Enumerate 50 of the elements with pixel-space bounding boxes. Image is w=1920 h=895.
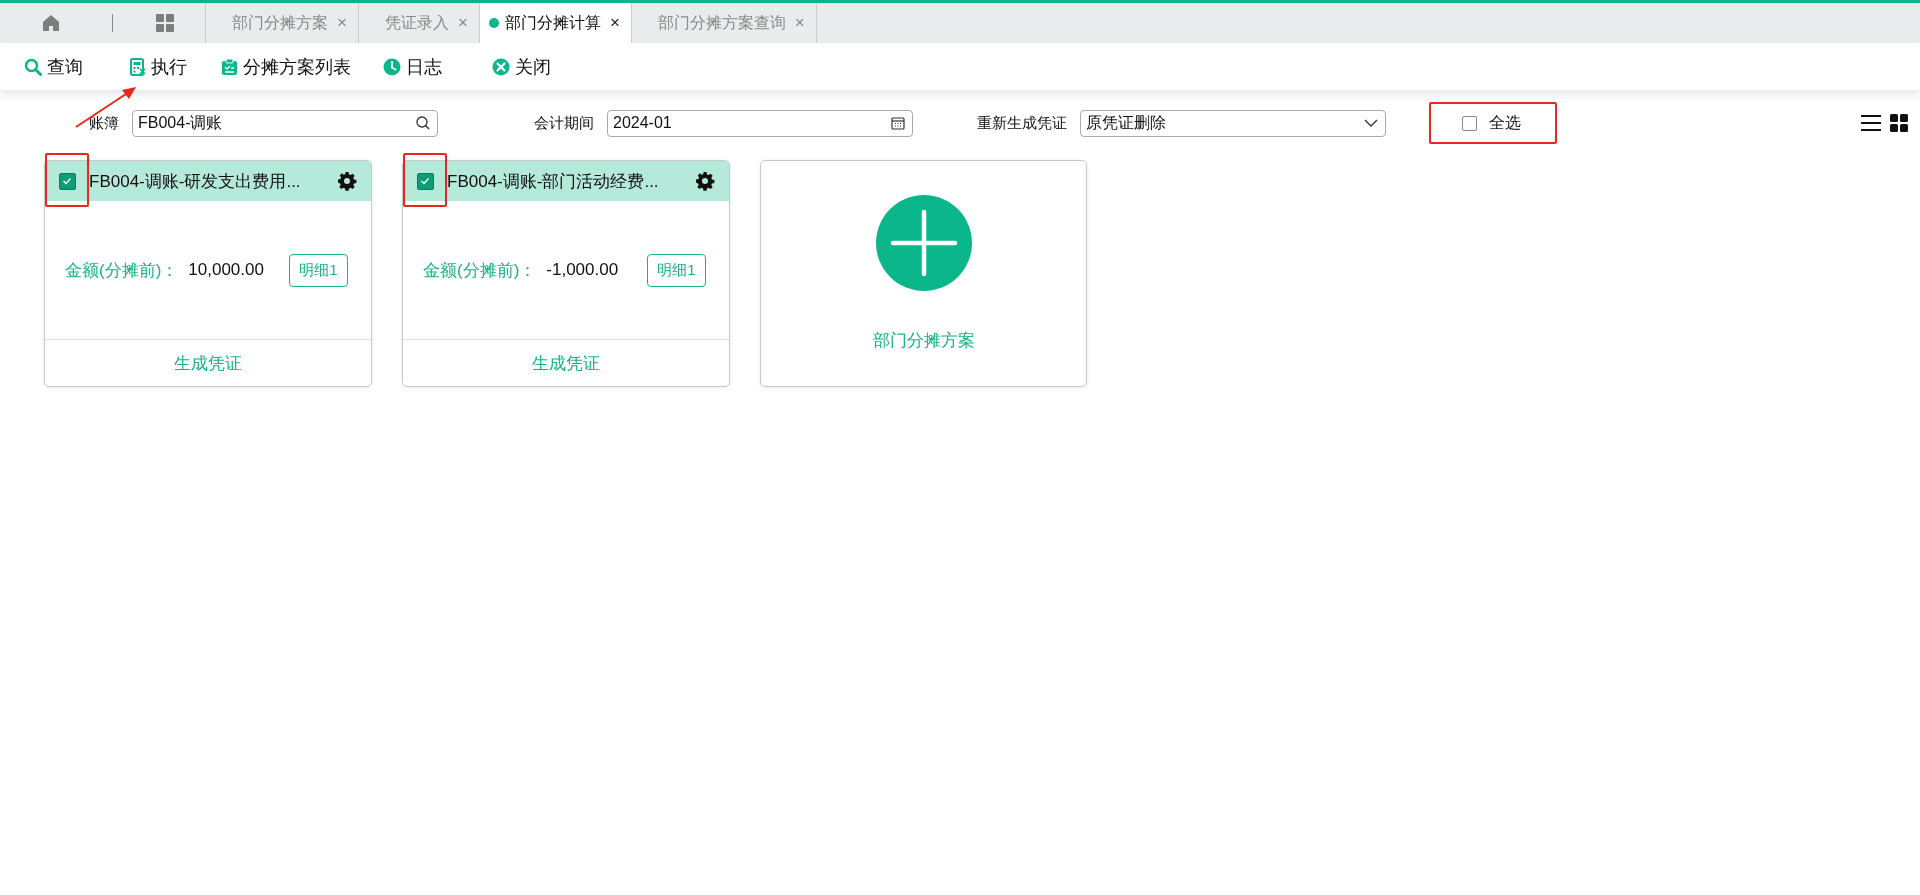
clock-icon xyxy=(383,57,401,76)
card-title: FB004-调账-研发支出费用... xyxy=(89,170,302,193)
checkbox[interactable] xyxy=(1462,115,1477,131)
amount-value: -1,000.00 xyxy=(546,260,620,280)
grid-icon[interactable] xyxy=(155,13,175,33)
card-title: FB004-调账-部门活动经费... xyxy=(447,170,660,193)
amount-label: 金额(分摊前)： xyxy=(423,259,537,282)
tab[interactable]: 部门分摊计算 × xyxy=(479,3,632,43)
checkbox[interactable] xyxy=(416,172,434,190)
chevron-down-icon[interactable] xyxy=(1364,118,1378,128)
checkbox-label: 全选 xyxy=(1489,112,1521,133)
close-icon xyxy=(492,57,510,76)
amount-label: 金额(分摊前)： xyxy=(65,259,179,282)
gear-icon[interactable] xyxy=(695,171,715,191)
field-label: 账簿 xyxy=(89,113,119,133)
gear-icon[interactable] xyxy=(337,171,357,191)
tab-label: 凭证录入 xyxy=(384,12,449,33)
toolbar-button[interactable]: 日志 xyxy=(383,54,442,79)
annotation-arrow xyxy=(74,85,138,129)
toolbar-button[interactable]: 分摊方案列表 xyxy=(221,54,351,79)
calendar-icon[interactable] xyxy=(891,116,905,130)
tab-label: 部门分摊方案 xyxy=(232,12,328,33)
tab-label: 部门分摊计算 xyxy=(504,12,601,33)
field-label: 会计期间 xyxy=(534,113,594,133)
ledger-field[interactable]: FB004-调账 xyxy=(132,109,438,137)
annotation-box xyxy=(403,153,447,207)
search-icon xyxy=(24,57,42,76)
annotation-box xyxy=(45,153,89,207)
home-icon[interactable] xyxy=(41,13,61,33)
clipboard-icon xyxy=(221,57,238,76)
active-dot-icon xyxy=(488,18,499,28)
field-label: 重新生成凭证 xyxy=(977,113,1067,133)
period-field[interactable]: 2024-01 xyxy=(607,109,913,137)
tab-label: 部门分摊方案查询 xyxy=(657,12,786,33)
regen-field[interactable]: 原凭证删除 xyxy=(1080,109,1386,137)
select-all-checkbox[interactable]: 全选 xyxy=(1462,112,1521,134)
grid-view-icon[interactable] xyxy=(1890,114,1908,132)
toolbar-button[interactable]: 查询 xyxy=(24,54,83,79)
list-view-icon[interactable] xyxy=(1860,114,1882,132)
search-icon[interactable] xyxy=(416,116,430,130)
plus-circle-icon xyxy=(875,195,972,291)
check-icon xyxy=(61,175,73,187)
calculator-icon xyxy=(130,57,146,76)
checkbox[interactable] xyxy=(58,172,76,190)
add-card-label: 部门分摊方案 xyxy=(872,330,975,352)
toolbar-button[interactable]: 执行 xyxy=(130,54,187,79)
close-icon[interactable]: × xyxy=(609,13,620,33)
check-icon xyxy=(419,175,431,187)
amount-value: 10,000.00 xyxy=(188,260,265,280)
toolbar-button[interactable]: 关闭 xyxy=(492,54,551,79)
